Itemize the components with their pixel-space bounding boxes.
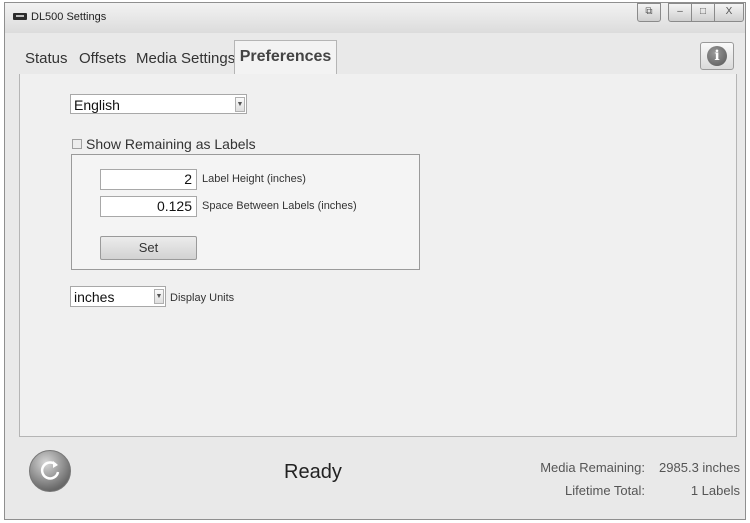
tab-media-settings[interactable]: Media Settings [136, 50, 235, 67]
show-remaining-checkbox[interactable] [72, 139, 82, 149]
minimize-button[interactable]: – [668, 3, 692, 22]
info-button[interactable]: i [700, 42, 734, 70]
display-units-label: Display Units [170, 292, 235, 304]
app-icon [13, 13, 27, 20]
label-height-input[interactable]: 2 [100, 169, 197, 190]
display-units-dropdown[interactable]: inches ▼ [70, 286, 166, 307]
language-dropdown[interactable]: English ▼ [70, 94, 247, 114]
chevron-down-icon[interactable]: ▼ [154, 289, 164, 304]
preferences-panel: English ▼ Show Remaining as Labels 2 Lab… [19, 74, 737, 437]
language-value: English [74, 97, 120, 113]
media-remaining-value: 2985.3 inches [659, 460, 740, 475]
display-units-value: inches [74, 289, 115, 305]
maximize-button[interactable]: □ [691, 3, 715, 22]
tab-offsets[interactable]: Offsets [79, 50, 126, 67]
info-icon: i [707, 46, 727, 66]
tab-preferences[interactable]: Preferences [234, 40, 337, 74]
help-window-button[interactable]: ⧉ [637, 3, 661, 22]
tab-bar: Status Offsets Media Settings Preference… [19, 37, 737, 75]
space-between-labels-label: Space Between Labels (inches) [202, 200, 357, 212]
media-remaining-label: Media Remaining: [540, 460, 645, 475]
label-settings-group: 2 Label Height (inches) 0.125 Space Betw… [71, 154, 420, 270]
refresh-icon [40, 461, 60, 480]
show-remaining-label[interactable]: Show Remaining as Labels [86, 136, 256, 152]
lifetime-total-label: Lifetime Total: [565, 483, 645, 498]
label-height-label: Label Height (inches) [202, 173, 306, 185]
lifetime-total-value: 1 Labels [690, 483, 740, 498]
space-between-labels-input[interactable]: 0.125 [100, 196, 197, 217]
close-button[interactable]: X [714, 3, 744, 22]
chevron-down-icon[interactable]: ▼ [235, 97, 245, 112]
status-text: Ready [284, 461, 342, 483]
refresh-button[interactable] [29, 450, 71, 492]
title-bar[interactable]: DL500 Settings ⧉ – □ X [5, 3, 745, 33]
set-button[interactable]: Set [100, 236, 197, 260]
settings-window: DL500 Settings ⧉ – □ X Status Offsets Me… [4, 2, 746, 520]
tab-status[interactable]: Status [25, 50, 68, 67]
window-title: DL500 Settings [31, 11, 107, 23]
